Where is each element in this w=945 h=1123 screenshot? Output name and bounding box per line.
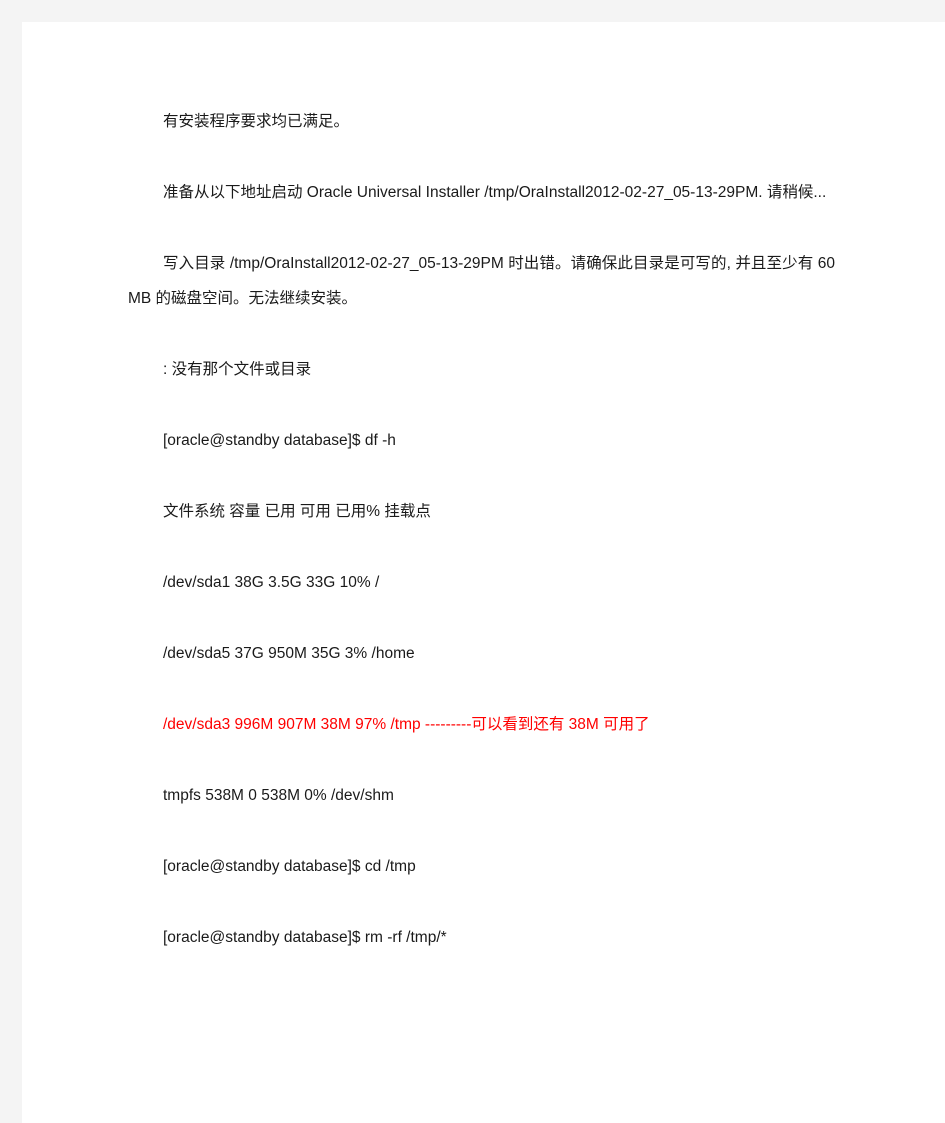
page-backdrop: 有安装程序要求均已满足。 准备从以下地址启动 Oracle Universal …	[0, 0, 945, 1123]
command-line-rm-rf-tmp: [oracle@standby database]$ rm -rf /tmp/*	[163, 929, 447, 946]
df-table-header-row: 文件系统 容量 已用 可用 已用% 挂载点	[163, 503, 431, 520]
page-bottom-spacer	[128, 991, 835, 1051]
paragraph-no-such-file: : 没有那个文件或目录	[163, 361, 312, 378]
paragraph-requirements-satisfied: 有安装程序要求均已满足。	[163, 113, 350, 130]
df-table-row-sda3-highlighted: /dev/sda3 996M 907M 38M 97% /tmp -------…	[163, 716, 650, 733]
df-table-row-sda5: /dev/sda5 37G 950M 35G 3% /home	[163, 645, 415, 662]
paragraph-launching-installer: 准备从以下地址启动 Oracle Universal Installer /tm…	[163, 184, 827, 201]
df-table-row-tmpfs: tmpfs 538M 0 538M 0% /dev/shm	[163, 787, 394, 804]
paragraph-write-error: 写入目录 /tmp/OraInstall2012-02-27_05-13-29P…	[128, 255, 835, 307]
command-line-cd-tmp: [oracle@standby database]$ cd /tmp	[163, 858, 416, 875]
command-line-df: [oracle@standby database]$ df -h	[163, 432, 396, 449]
df-table-row-sda1: /dev/sda1 38G 3.5G 33G 10% /	[163, 574, 380, 591]
document-body: 有安装程序要求均已满足。 准备从以下地址启动 Oracle Universal …	[128, 104, 835, 1051]
document-page: 有安装程序要求均已满足。 准备从以下地址启动 Oracle Universal …	[22, 22, 945, 1123]
